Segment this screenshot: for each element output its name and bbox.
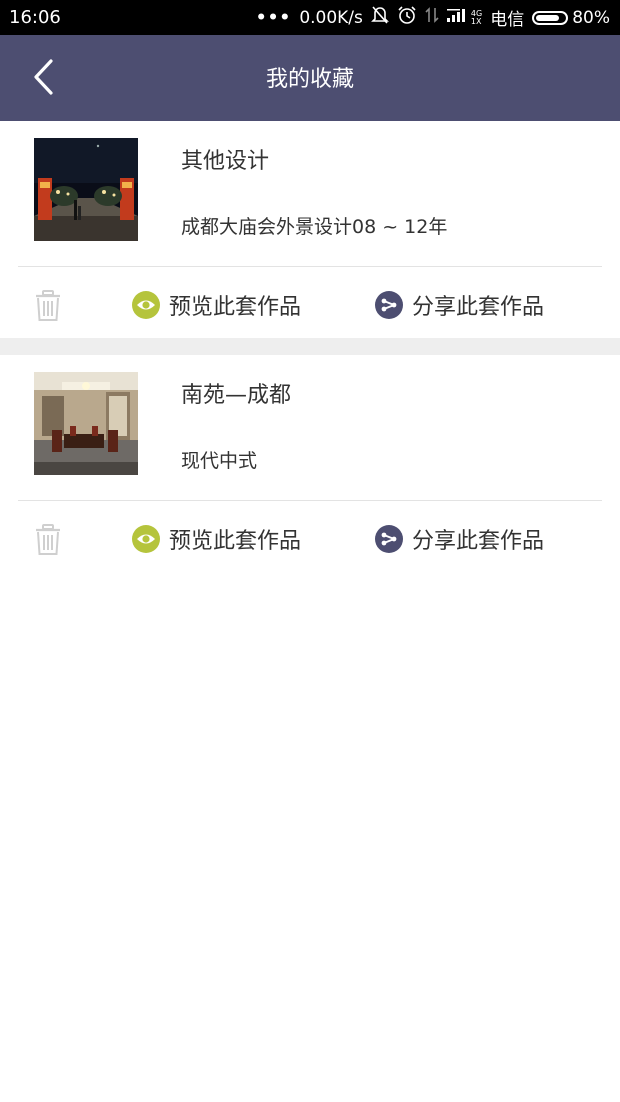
favorite-card: 南苑—成都 现代中式 预览此套作品 分享此套作品 [0,355,620,572]
trash-icon [36,290,60,321]
item-subtitle: 现代中式 [181,450,258,472]
delete-button[interactable] [34,524,62,556]
signal-icon [446,7,469,28]
item-title[interactable]: 其他设计 [181,143,269,175]
share-icon [375,525,403,553]
eye-icon [132,525,160,553]
status-bar: 16:06 ••• 0.00K/s 4G 1X 电信 80% [0,0,620,35]
item-title[interactable]: 南苑—成都 [181,377,291,409]
share-icon [375,291,403,319]
preview-button[interactable]: 预览此套作品 [132,521,301,557]
page-title: 我的收藏 [265,67,354,92]
share-label: 分享此套作品 [412,529,545,554]
preview-label: 预览此套作品 [169,295,302,320]
battery-icon [532,10,569,25]
divider [18,266,602,267]
chinese-style-interior-image [34,372,138,475]
data-arrows-icon [425,6,439,29]
thumbnail-image[interactable] [34,372,138,475]
network-type-bottom: 1X [470,16,482,26]
preview-button[interactable]: 预览此套作品 [132,287,301,323]
network-type: 4G 1X [470,9,482,26]
divider [18,500,602,501]
net-speed: 0.00K/s [299,7,363,28]
eye-icon [132,291,160,319]
delete-button[interactable] [34,290,62,322]
preview-label: 预览此套作品 [169,529,302,554]
mute-bell-icon [370,5,389,30]
status-time: 16:06 [9,7,61,28]
battery-level [536,14,559,21]
share-button[interactable]: 分享此套作品 [375,521,544,557]
status-icons: ••• 0.00K/s 4G 1X 电信 80% [248,0,610,35]
thumbnail-image[interactable] [34,138,138,241]
battery-percent: 80% [572,7,610,28]
share-label: 分享此套作品 [412,295,545,320]
trash-icon [36,524,60,555]
more-dots: ••• [255,7,292,28]
alarm-clock-icon [397,5,417,30]
favorite-card: 其他设计 成都大庙会外景设计08 ~ 12年 预览此套作品 分享此套作品 [0,121,620,338]
favorites-list: 其他设计 成都大庙会外景设计08 ~ 12年 预览此套作品 分享此套作品 南苑—… [0,121,620,572]
share-button[interactable]: 分享此套作品 [375,287,544,323]
item-subtitle: 成都大庙会外景设计08 ~ 12年 [181,216,448,238]
card-separator [0,338,620,355]
night-temple-fair-image [34,138,138,241]
app-header: 我的收藏 [0,35,620,121]
carrier-name: 电信 [490,10,525,30]
